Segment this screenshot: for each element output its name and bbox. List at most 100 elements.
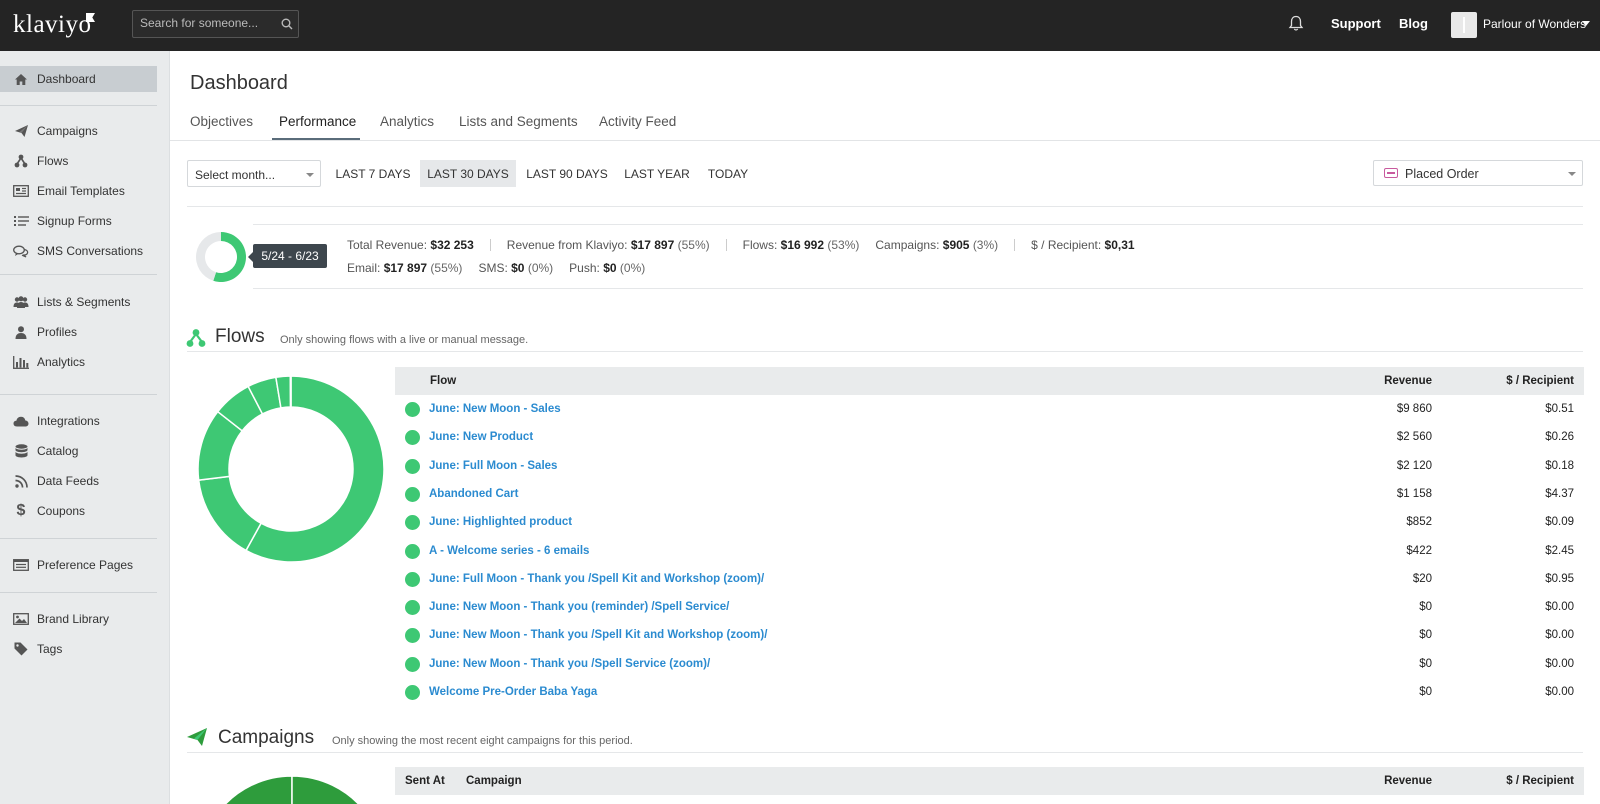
tab-activity-feed[interactable]: Activity Feed xyxy=(599,114,676,129)
sidebar-item-data-feeds[interactable]: Data Feeds xyxy=(0,468,157,494)
table-row[interactable]: June: Full Moon - Thank you /Spell Kit a… xyxy=(395,565,1584,593)
stat-total-revenue: Total Revenue: $32 253 xyxy=(347,238,474,252)
chat-icon xyxy=(13,243,29,259)
chevron-down-icon[interactable] xyxy=(1582,21,1590,26)
flow-name-link[interactable]: June: New Moon - Thank you /Spell Servic… xyxy=(429,658,710,670)
column-header-flow[interactable]: Flow xyxy=(430,375,456,387)
table-row[interactable]: June: Full Moon - Sales $2 120 $0.18 xyxy=(395,452,1584,480)
flow-name-link[interactable]: June: Highlighted product xyxy=(429,516,572,528)
tab-performance[interactable]: Performance xyxy=(279,114,356,129)
sidebar-item-email-templates[interactable]: Email Templates xyxy=(0,178,157,204)
sidebar-item-brand-library[interactable]: Brand Library xyxy=(0,606,157,632)
sidebar-item-coupons[interactable]: $ Coupons xyxy=(0,498,157,524)
chevron-down-icon xyxy=(1568,172,1576,176)
month-select-placeholder: Select month... xyxy=(195,168,276,182)
support-link[interactable]: Support xyxy=(1331,16,1381,31)
flow-name-link[interactable]: June: New Moon - Thank you (reminder) /S… xyxy=(429,601,729,613)
flow-revenue: $1 158 xyxy=(1396,487,1432,500)
sidebar-item-sms-conversations[interactable]: SMS Conversations xyxy=(0,238,157,264)
account-avatar[interactable] xyxy=(1451,12,1477,38)
sidebar-item-profiles[interactable]: Profiles xyxy=(0,319,157,345)
klaviyo-logo[interactable]: klaviyo xyxy=(13,11,92,39)
stat-label: Email: xyxy=(347,261,381,275)
sidebar-item-integrations[interactable]: Integrations xyxy=(0,408,157,434)
status-dot xyxy=(405,515,420,531)
table-row[interactable]: June: New Moon - Thank you (reminder) /S… xyxy=(395,593,1584,621)
flow-name-link[interactable]: June: New Moon - Sales xyxy=(429,403,561,415)
divider xyxy=(187,752,1583,753)
status-dot xyxy=(405,656,420,672)
stat-value: $17 897 xyxy=(630,238,675,252)
bell-icon[interactable] xyxy=(1288,15,1304,32)
stat-pct: (0%) xyxy=(527,261,554,275)
table-row[interactable]: Welcome Pre-Order Baba Yaga $0 $0.00 xyxy=(395,678,1584,706)
table-row[interactable]: June: New Moon - Thank you /Spell Servic… xyxy=(395,650,1584,678)
column-header-per-recipient[interactable]: $ / Recipient xyxy=(1506,775,1574,787)
campaigns-donut-segment-2 xyxy=(291,775,360,804)
stat-pct: (0%) xyxy=(619,261,646,275)
range-last-90-days[interactable]: LAST 90 DAYS xyxy=(522,160,612,187)
dollar-icon: $ xyxy=(16,502,26,519)
column-header-per-recipient[interactable]: $ / Recipient xyxy=(1506,375,1574,387)
flow-per-recipient: $0.00 xyxy=(1545,657,1574,670)
table-row[interactable]: A - Welcome series - 6 emails $422 $2.45 xyxy=(395,537,1584,565)
divider xyxy=(187,206,1583,207)
sidebar-item-analytics[interactable]: Analytics xyxy=(0,349,157,375)
blog-link[interactable]: Blog xyxy=(1399,16,1428,31)
page-title: Dashboard xyxy=(190,72,288,94)
table-row[interactable]: June: New Moon - Thank you /Spell Kit an… xyxy=(395,621,1584,649)
flow-name-link[interactable]: June: New Moon - Thank you /Spell Kit an… xyxy=(429,629,767,641)
column-header-campaign[interactable]: Campaign xyxy=(466,775,522,787)
tab-objectives[interactable]: Objectives xyxy=(190,114,253,129)
sidebar-item-lists-segments[interactable]: Lists & Segments xyxy=(0,289,157,315)
page-icon xyxy=(13,557,29,573)
range-today[interactable]: TODAY xyxy=(703,160,753,187)
date-range-tooltip: 5/24 - 6/23 xyxy=(248,244,327,268)
tab-analytics[interactable]: Analytics xyxy=(380,114,434,129)
tab-lists-and-segments[interactable]: Lists and Segments xyxy=(459,114,578,129)
column-header-revenue[interactable]: Revenue xyxy=(1384,775,1432,787)
column-header-revenue[interactable]: Revenue xyxy=(1384,375,1432,387)
stat-value: $17 897 xyxy=(383,261,428,275)
table-row[interactable]: June: Highlighted product $852 $0.09 xyxy=(395,508,1584,536)
sidebar-item-flows[interactable]: Flows xyxy=(0,148,157,174)
sidebar-item-label: Campaigns xyxy=(37,124,98,138)
status-dot xyxy=(405,543,420,559)
sidebar-item-label: Profiles xyxy=(37,325,78,339)
flow-revenue: $2 120 xyxy=(1396,459,1432,472)
account-name[interactable]: Parlour of Wonders xyxy=(1483,17,1586,31)
flow-name-link[interactable]: Abandoned Cart xyxy=(429,488,518,500)
table-row[interactable]: June: New Product $2 560 $0.26 xyxy=(395,423,1584,451)
sidebar-item-signup-forms[interactable]: Signup Forms xyxy=(0,208,157,234)
user-icon xyxy=(13,324,29,340)
flow-name-link[interactable]: June: New Product xyxy=(429,431,533,443)
stat-per-recipient: $ / Recipient: $0,31 xyxy=(1031,238,1134,252)
flow-name-link[interactable]: Welcome Pre-Order Baba Yaga xyxy=(429,686,597,698)
flow-name-link[interactable]: June: Full Moon - Sales xyxy=(429,460,557,472)
search-icon[interactable] xyxy=(281,18,293,30)
stat-divider xyxy=(489,239,491,251)
paper-plane-icon xyxy=(13,123,29,139)
range-last-30-days[interactable]: LAST 30 DAYS xyxy=(420,160,516,187)
table-row[interactable]: Abandoned Cart $1 158 $4.37 xyxy=(395,480,1584,508)
range-last-7-days[interactable]: LAST 7 DAYS xyxy=(333,160,413,187)
stat-label: Total Revenue: xyxy=(347,238,428,252)
search-input[interactable] xyxy=(140,16,270,30)
stat-email: Email: $17 897 (55%) xyxy=(347,261,462,275)
sidebar-item-catalog[interactable]: Catalog xyxy=(0,438,157,464)
metric-select[interactable]: Placed Order xyxy=(1373,160,1583,186)
column-header-sent-at[interactable]: Sent At xyxy=(405,775,445,787)
bar-chart-icon xyxy=(13,354,29,370)
flow-per-recipient: $0.09 xyxy=(1545,516,1574,529)
sidebar-divider xyxy=(0,592,157,593)
flow-per-recipient: $0.00 xyxy=(1545,686,1574,698)
flow-name-link[interactable]: June: Full Moon - Thank you /Spell Kit a… xyxy=(429,573,764,585)
sidebar-item-preference-pages[interactable]: Preference Pages xyxy=(0,552,157,578)
month-select[interactable]: Select month... xyxy=(187,160,321,187)
flow-name-link[interactable]: A - Welcome series - 6 emails xyxy=(429,545,589,557)
range-last-year[interactable]: LAST YEAR xyxy=(621,160,693,187)
sidebar-item-tags[interactable]: Tags xyxy=(0,636,157,662)
table-row[interactable]: June: New Moon - Sales $9 860 $0.51 xyxy=(395,395,1584,423)
sidebar-item-campaigns[interactable]: Campaigns xyxy=(0,118,157,144)
sidebar-item-dashboard[interactable]: Dashboard xyxy=(0,66,157,92)
